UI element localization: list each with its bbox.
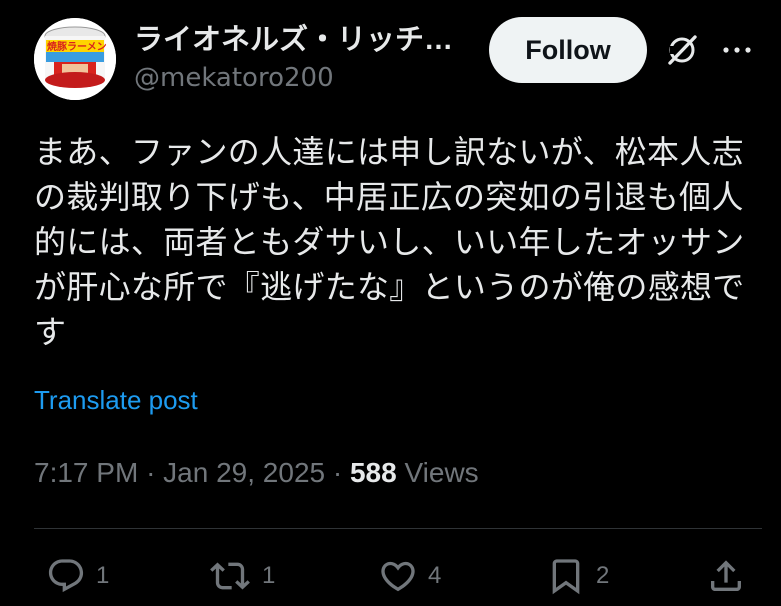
more-icon[interactable] [720, 38, 754, 62]
share-icon [711, 560, 741, 591]
reply-icon [48, 559, 84, 593]
translate-post-link[interactable]: Translate post [34, 382, 198, 418]
bookmark-count: 2 [596, 562, 610, 589]
post-time[interactable]: 7:17 PM [34, 457, 138, 488]
reply-count: 1 [96, 562, 110, 589]
divider [34, 528, 762, 529]
post-meta: 7:17 PM · Jan 29, 2025 · 588 Views [34, 454, 479, 492]
avatar-brand-text: 焼豚ラーメン [47, 40, 107, 53]
repost-button[interactable]: 1 [208, 556, 275, 596]
repost-icon [210, 562, 250, 590]
meta-separator: · [146, 457, 156, 488]
reply-button[interactable]: 1 [46, 556, 109, 596]
like-count: 4 [428, 562, 442, 589]
post-text: まあ、ファンの人達には申し訳ないが、松本人志の裁判取り下げも、中居正広の突如の引… [34, 133, 745, 351]
post-card: 焼豚ラーメン ライオネルズ・リッチ… @mekatoro200 Follow ま… [0, 0, 781, 606]
avatar[interactable]: 焼豚ラーメン [34, 18, 116, 100]
display-name[interactable]: ライオネルズ・リッチ… [134, 20, 474, 60]
follow-button[interactable]: Follow [489, 17, 647, 83]
post-date[interactable]: Jan 29, 2025 [163, 457, 325, 488]
views-count: 588 [349, 457, 397, 488]
like-button[interactable]: 4 [378, 556, 441, 596]
share-button[interactable] [706, 556, 746, 596]
grok-icon[interactable] [664, 32, 700, 68]
avatar-image: 焼豚ラーメン [34, 18, 116, 100]
heart-icon [381, 561, 415, 592]
user-handle[interactable]: @mekatoro200 [134, 60, 334, 96]
bookmark-button[interactable]: 2 [546, 556, 609, 596]
views-label: Views [404, 457, 479, 488]
bookmark-icon [552, 559, 580, 595]
meta-separator: · [332, 457, 343, 488]
repost-count: 1 [262, 562, 276, 589]
